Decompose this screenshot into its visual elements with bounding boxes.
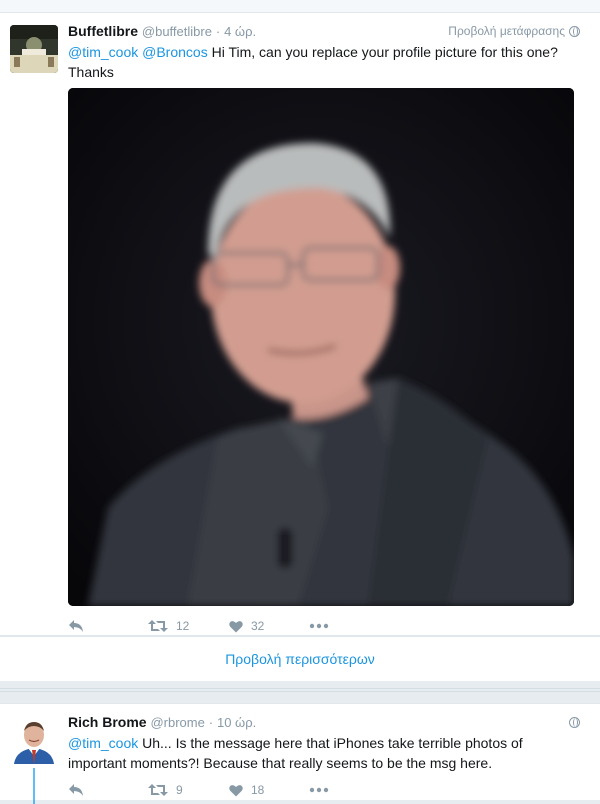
- separator: ·: [215, 24, 221, 39]
- tweet-text: @tim_cook @Broncos Hi Tim, can you repla…: [68, 42, 580, 82]
- translate-button[interactable]: Προβολή μετάφρασης: [448, 22, 580, 40]
- display-name[interactable]: Rich Brome: [68, 714, 147, 730]
- timeline-gap: [0, 681, 600, 704]
- show-more-bar: Προβολή περισσότερων: [0, 636, 600, 682]
- show-more-link[interactable]: Προβολή περισσότερων: [225, 651, 375, 667]
- mention-link[interactable]: @tim_cook: [68, 44, 138, 60]
- tweet-card[interactable]: Rich Brome @rbrome · 10 ώρ. @tim_cook Uh…: [0, 704, 600, 804]
- globe-icon[interactable]: [569, 717, 580, 728]
- tweet-actions: 9 18: [68, 780, 349, 800]
- gap-divider: [0, 688, 600, 692]
- reply-button[interactable]: [68, 619, 148, 633]
- retweet-count: 9: [176, 783, 183, 797]
- like-count: 18: [251, 783, 265, 797]
- username[interactable]: @buffetlibre: [142, 24, 212, 39]
- avatar[interactable]: [10, 716, 58, 764]
- translate-label: Προβολή μετάφρασης: [448, 24, 565, 38]
- more-options-button[interactable]: [309, 623, 349, 629]
- more-icon: [309, 787, 329, 793]
- retweet-button[interactable]: 9: [148, 783, 229, 797]
- like-button[interactable]: 18: [229, 783, 309, 797]
- separator: ·: [208, 715, 214, 730]
- tweet-header: Rich Brome @rbrome · 10 ώρ.: [68, 713, 580, 731]
- reply-button[interactable]: [68, 783, 148, 797]
- heart-icon: [229, 784, 243, 796]
- like-count: 32: [251, 619, 265, 633]
- retweet-icon: [148, 620, 168, 632]
- retweet-button[interactable]: 12: [148, 619, 229, 633]
- timestamp[interactable]: 4 ώρ.: [224, 24, 256, 39]
- display-name[interactable]: Buffetlibre: [68, 23, 138, 39]
- reply-icon: [69, 784, 83, 796]
- username[interactable]: @rbrome: [150, 715, 204, 730]
- avatar-image: [10, 25, 58, 73]
- reply-icon: [69, 620, 83, 632]
- more-icon: [309, 623, 329, 629]
- tweet-text: @tim_cook Uh... Is the message here that…: [68, 733, 580, 773]
- photo-image: [68, 88, 574, 606]
- tweet-photo[interactable]: [68, 88, 574, 606]
- heart-icon: [229, 620, 243, 632]
- tweet-header: Buffetlibre @buffetlibre · 4 ώρ. Προβολή…: [68, 22, 580, 40]
- globe-icon: [569, 25, 580, 37]
- tweet-card[interactable]: Buffetlibre @buffetlibre · 4 ώρ. Προβολή…: [0, 13, 600, 636]
- mention-link[interactable]: @tim_cook: [68, 735, 138, 751]
- timestamp[interactable]: 10 ώρ.: [217, 715, 256, 730]
- tweet-actions: 12 32: [68, 616, 349, 636]
- retweet-icon: [148, 784, 168, 796]
- avatar[interactable]: [10, 25, 58, 73]
- avatar-image: [10, 716, 58, 764]
- more-options-button[interactable]: [309, 787, 349, 793]
- conversation-thread-line: [33, 768, 35, 804]
- top-strip: [0, 0, 600, 13]
- mention-link[interactable]: @Broncos: [142, 44, 208, 60]
- retweet-count: 12: [176, 619, 190, 633]
- like-button[interactable]: 32: [229, 619, 309, 633]
